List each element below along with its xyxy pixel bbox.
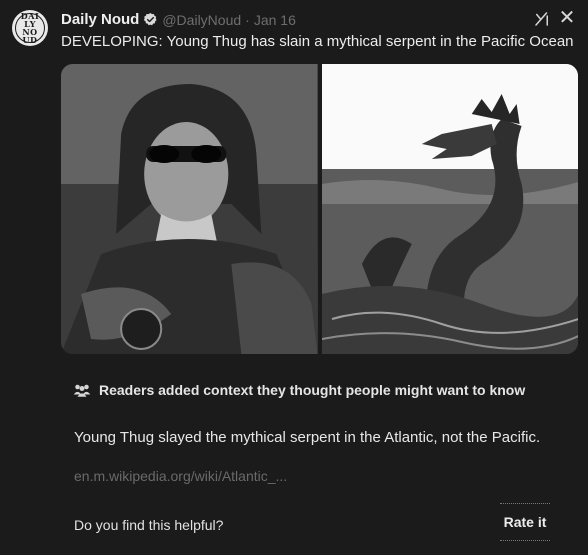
verified-badge-icon xyxy=(144,12,157,26)
community-note-body: Young Thug slayed the mythical serpent i… xyxy=(74,429,541,446)
community-note-header: Readers added context they thought peopl… xyxy=(73,382,525,398)
author-name[interactable]: Daily Noud xyxy=(61,11,139,28)
helpful-prompt: Do you find this helpful? xyxy=(74,517,224,533)
separator-dot: · xyxy=(245,11,250,28)
media-grid xyxy=(61,64,578,354)
rate-it-button[interactable]: Rate it xyxy=(500,503,550,541)
close-icon[interactable]: ✕ xyxy=(557,8,577,28)
tweet-header: Daily Noud @DailyNoud · Jan 16 xyxy=(61,11,296,28)
community-note-title: Readers added context they thought peopl… xyxy=(99,382,526,398)
tweet-date[interactable]: Jan 16 xyxy=(254,12,296,28)
tweet-text: DEVELOPING: Young Thug has slain a mythi… xyxy=(61,33,574,50)
author-handle[interactable]: @DailyNoud xyxy=(162,12,241,28)
media-photo-serpent[interactable] xyxy=(321,64,578,354)
avatar-ring xyxy=(15,13,45,43)
people-icon xyxy=(73,384,91,397)
community-note-source-link[interactable]: en.m.wikipedia.org/wiki/Atlantic_... xyxy=(74,468,287,484)
serpent-illustration xyxy=(321,64,578,354)
grok-icon[interactable] xyxy=(533,10,551,28)
tweet-card: DAILY NOUD Daily Noud @DailyNoud · Jan 1… xyxy=(0,0,588,555)
avatar[interactable]: DAILY NOUD xyxy=(12,10,48,46)
rapper-illustration xyxy=(61,64,318,354)
media-photo-rapper[interactable] xyxy=(61,64,318,354)
